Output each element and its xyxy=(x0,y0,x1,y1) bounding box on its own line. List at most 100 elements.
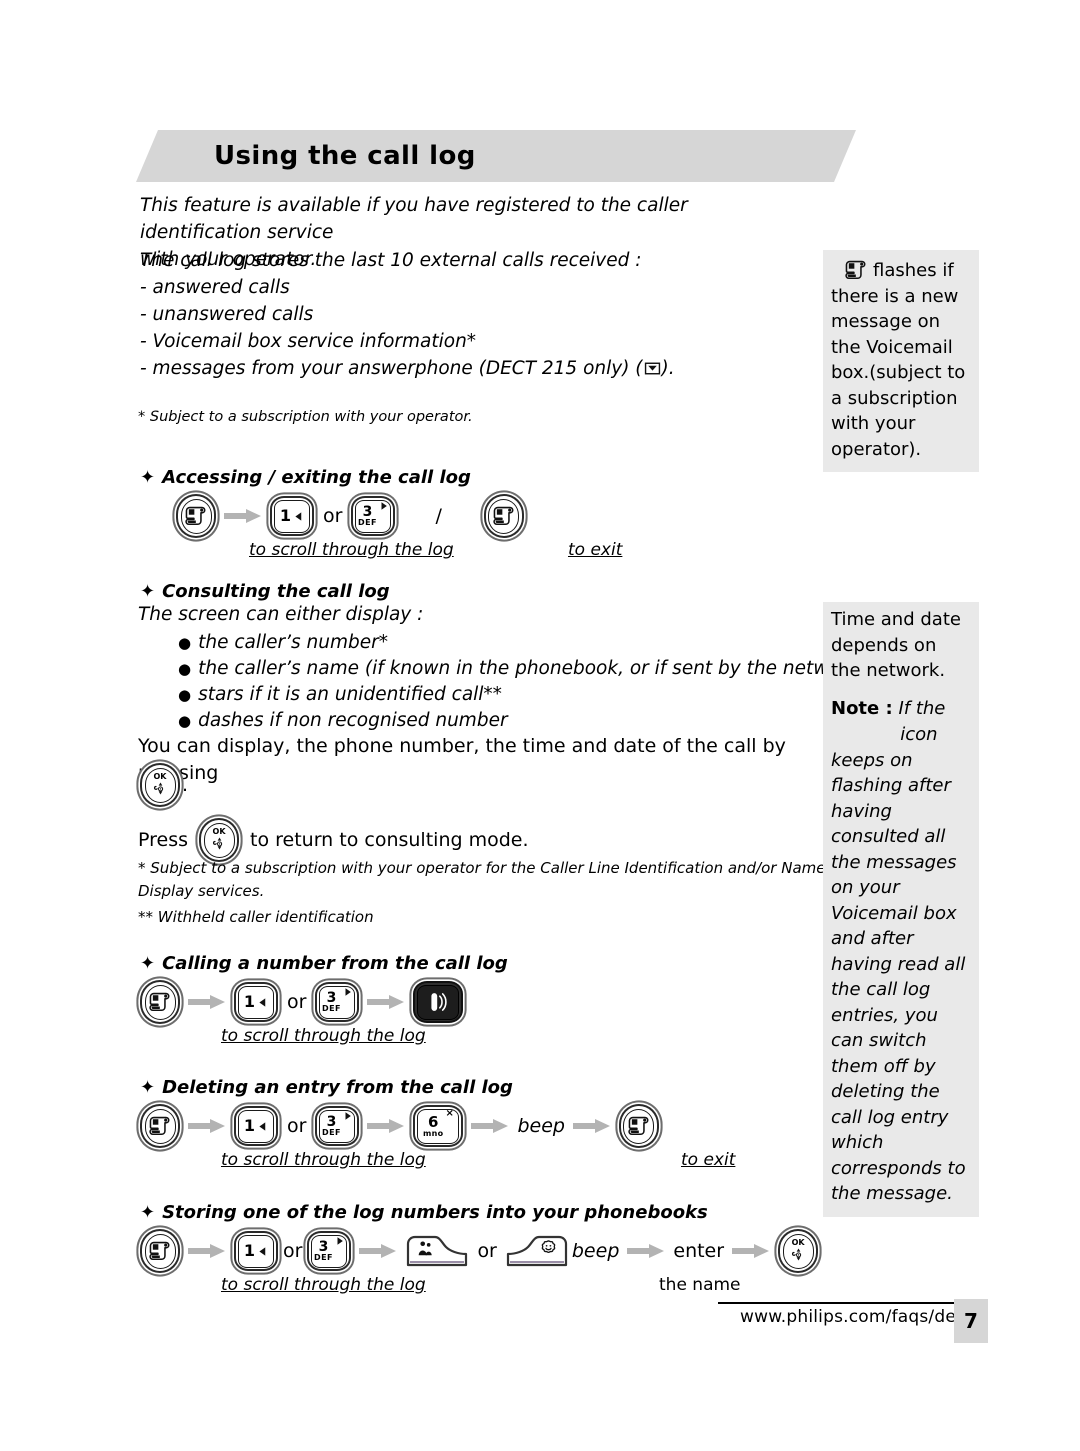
flow-arrow-icon xyxy=(627,1243,665,1259)
right-arrow-icon xyxy=(343,987,353,997)
beep-label-storing: beep xyxy=(571,1240,620,1262)
section-heading-storing: ✦ Storing one of the log numbers into you… xyxy=(140,1202,708,1223)
left-arrow-icon xyxy=(293,511,304,522)
stores-item-4: - messages from your answerphone (DECT 2… xyxy=(140,358,675,379)
key-ok[interactable]: OK xyxy=(140,763,180,807)
caption-scroll-calling: to scroll through the log xyxy=(221,1026,426,1046)
key-6-mno-delete[interactable]: 6 mno × xyxy=(413,1105,464,1147)
flow-arrow-icon xyxy=(188,1118,226,1134)
press-label: Press xyxy=(138,829,189,851)
sidebar-note-label: Note : xyxy=(831,698,893,719)
section-heading-calling: ✦ Calling a number from the call log xyxy=(140,953,508,974)
bullet-item: ● dashes if non recognised number xyxy=(178,710,508,731)
caption-scroll-deleting: to scroll through the log xyxy=(221,1150,426,1170)
flow-arrow-icon xyxy=(359,1243,397,1259)
round-bullet-icon: ● xyxy=(178,686,192,704)
consulting-lead: The screen can either display : xyxy=(138,604,424,625)
call-log-scroll-icon xyxy=(185,505,207,527)
key-ok[interactable]: OK xyxy=(778,1229,819,1273)
stores-item-3: - Voicemail box service information* xyxy=(140,331,477,352)
left-arrow-icon xyxy=(257,1121,268,1132)
page-banner: Using the call log xyxy=(136,130,856,182)
flow-arrow-icon xyxy=(573,1118,611,1134)
flow-storing: 1 or 3 DEF or beep enter OK xyxy=(140,1229,819,1273)
subscription-footnote: * Subject to a subscription with your op… xyxy=(138,409,473,425)
bullet-item: ● the caller’s name (if known in the phon… xyxy=(178,658,875,679)
flow-calling: 1 or 3 DEF xyxy=(140,980,464,1024)
sidebar-note-time-date: Time and date depends on the network. xyxy=(823,602,979,691)
right-arrow-icon xyxy=(343,1111,353,1121)
sidebar-note-icon-line: icon xyxy=(831,722,971,748)
section-heading-deleting: ✦ Deleting an entry from the call log xyxy=(140,1077,513,1098)
flow-accessing: 1 or 3 DEF / xyxy=(176,494,524,538)
footer-rule xyxy=(718,1302,980,1304)
key-call-log[interactable] xyxy=(140,1229,180,1273)
period-after-ok: . xyxy=(182,774,189,796)
round-bullet-icon: ● xyxy=(178,660,192,678)
stores-lead: The call log stores the last 10 external… xyxy=(140,250,642,271)
page-number: 7 xyxy=(954,1299,988,1343)
round-bullet-icon: ● xyxy=(178,712,192,730)
key-1-left-arrow[interactable]: 1 xyxy=(270,496,314,536)
section-heading-accessing: ✦ Accessing / exiting the call log xyxy=(140,467,471,488)
consulting-footnote-1: * Subject to a subscription with your op… xyxy=(138,859,826,900)
call-log-scroll-icon xyxy=(628,1115,650,1137)
key-3-def-right-arrow[interactable]: 3 DEF xyxy=(315,982,360,1022)
diamond-bullet-icon: ✦ xyxy=(140,953,156,974)
call-log-scroll-icon xyxy=(149,991,171,1013)
diamond-bullet-icon: ✦ xyxy=(140,467,156,488)
call-log-scroll-icon xyxy=(149,1115,171,1137)
left-arrow-icon xyxy=(257,997,268,1008)
key-ok[interactable]: OK xyxy=(199,818,240,862)
personal-phonebook-face-icon xyxy=(539,1239,558,1258)
or-label-storing-2: or xyxy=(477,1240,497,1262)
diamond-bullet-icon: ✦ xyxy=(140,1202,156,1223)
phonebook-people-icon xyxy=(416,1239,435,1258)
caption-exit-accessing: to exit xyxy=(568,540,623,560)
flow-ok-press: OK . xyxy=(140,763,188,807)
key-call-log-exit[interactable] xyxy=(618,1104,659,1148)
ok-navigation-icon xyxy=(211,835,228,852)
key-call-log[interactable] xyxy=(140,1104,180,1148)
section-heading-consulting: ✦ Consulting the call log xyxy=(140,581,390,602)
key-call-log-exit[interactable] xyxy=(483,494,524,538)
sidebar-note-text-before: If the xyxy=(898,698,946,719)
sidebar-note-voicemail-text: flashes if there is a new message on the… xyxy=(831,260,966,460)
flow-arrow-icon xyxy=(367,1118,405,1134)
sidebar-note-voicemail: flashes if there is a new message on the… xyxy=(823,250,979,472)
key-1-left-arrow[interactable]: 1 xyxy=(234,1106,278,1146)
key-call[interactable] xyxy=(413,981,464,1023)
caption-exit-deleting: to exit xyxy=(681,1150,736,1170)
intro-line-1: This feature is available if you have re… xyxy=(140,195,688,243)
or-label-calling: or xyxy=(287,991,307,1013)
phone-handset-icon xyxy=(426,990,450,1014)
flow-arrow-icon xyxy=(224,508,262,524)
ok-navigation-icon xyxy=(152,780,169,797)
softkey-shared-phonebook[interactable] xyxy=(405,1234,473,1268)
flow-arrow-icon xyxy=(367,994,405,1010)
or-label-accessing: or xyxy=(323,505,343,527)
sidebar-note-icon-word: icon xyxy=(900,723,938,745)
key-3-def-right-arrow[interactable]: 3 DEF xyxy=(351,496,396,536)
answerphone-envelope-icon xyxy=(644,360,661,377)
stores-item-1: - answered calls xyxy=(140,277,290,298)
sidebar-note-time-date-text: Time and date depends on the network. xyxy=(831,609,961,681)
press-tail-label: to return to consulting mode. xyxy=(250,829,529,851)
key-3-def-right-arrow[interactable]: 3 DEF xyxy=(315,1106,360,1146)
softkey-personal-phonebook[interactable] xyxy=(501,1234,569,1268)
page-title: Using the call log xyxy=(214,141,476,171)
key-call-log[interactable] xyxy=(176,494,216,538)
key-1-left-arrow[interactable]: 1 xyxy=(234,1231,278,1271)
flow-press-return: Press OK to return to consulting mode. xyxy=(138,818,529,862)
sidebar-note-flashing: Note : If the icon keeps on flashing aft… xyxy=(823,690,979,1217)
beep-label-deleting: beep xyxy=(517,1115,565,1137)
manual-page: Using the call log This feature is avail… xyxy=(0,0,1080,1451)
consulting-bullets: ● the caller’s number* ● the caller’s name… xyxy=(178,630,875,734)
key-3-def-right-arrow[interactable]: 3 DEF xyxy=(307,1231,352,1271)
consulting-paragraph: You can display, the phone number, the t… xyxy=(138,735,786,784)
caption-enter-name: the name xyxy=(659,1275,741,1295)
key-1-left-arrow[interactable]: 1 xyxy=(234,982,278,1022)
voicemail-scroll-icon xyxy=(845,259,867,281)
key-call-log[interactable] xyxy=(140,980,180,1024)
right-arrow-icon xyxy=(335,1236,345,1246)
